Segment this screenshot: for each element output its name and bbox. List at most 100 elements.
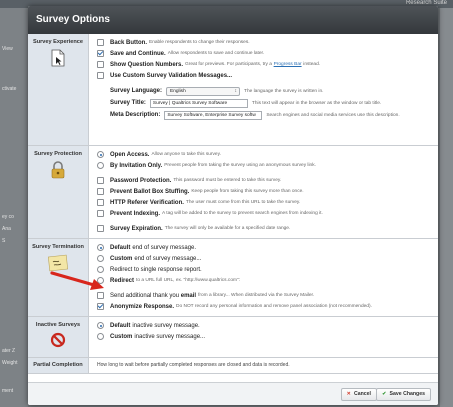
field-desc: The language the survey is written in. <box>244 88 324 94</box>
option-desc: to a URL full URL, ex. "http://www.qualt… <box>136 278 241 283</box>
section-content: Open Access. Allow anyone to take this s… <box>89 146 438 238</box>
anonymize-response-checkbox[interactable] <box>97 303 104 310</box>
section-title: Partial Completion <box>28 358 89 373</box>
option-label: Custom <box>110 333 133 340</box>
default-inactive-radio[interactable] <box>97 322 104 329</box>
annotation-arrow-icon <box>50 271 104 290</box>
close-icon: ✕ <box>346 391 351 397</box>
option-label: Survey Expiration. <box>110 225 163 232</box>
bg-label: View <box>2 46 13 52</box>
option-desc: instead. <box>303 62 321 67</box>
bg-label: ater Z <box>2 348 16 354</box>
option-custom-validation[interactable]: Use Custom Survey Validation Messages... <box>97 70 432 81</box>
progress-bar-link[interactable]: Progress Bar <box>274 62 302 67</box>
option-redirect-report[interactable]: Redirect to single response report. <box>97 264 432 275</box>
option-label: Default <box>110 244 131 251</box>
section-inactive-surveys: Inactive Surveys Default inactive survey… <box>28 317 438 358</box>
option-label: Save and Continue. <box>110 50 166 57</box>
option-save-continue[interactable]: Save and Continue. Allow respondents to … <box>97 48 432 59</box>
survey-title-row: Survey Title: Survey | Qualtrics Survey … <box>110 97 432 109</box>
survey-language-select[interactable]: English <box>166 86 241 96</box>
option-desc: end of survey message... <box>134 255 202 262</box>
option-prevent-ballot-stuffing[interactable]: Prevent Ballot Box Stuffing. Keep people… <box>97 186 432 197</box>
question-numbers-checkbox[interactable] <box>97 61 104 68</box>
save-changes-button[interactable]: ✔ Save Changes <box>376 388 431 401</box>
field-label: Survey Title: <box>110 100 146 106</box>
option-label: Prevent Ballot Box Stuffing. <box>110 188 190 195</box>
option-custom-inactive[interactable]: Custom inactive survey message... <box>97 331 432 342</box>
option-desc: Prevent people from taking the survey us… <box>164 163 316 168</box>
section-sidebar: Inactive Surveys <box>28 317 89 357</box>
bg-label: ey co <box>2 214 14 220</box>
section-content: Back Button. Enable respondents to chang… <box>89 34 438 145</box>
option-label: Open Access. <box>110 151 150 158</box>
document-cursor-icon <box>51 49 65 67</box>
option-back-button[interactable]: Back Button. Enable respondents to chang… <box>97 37 432 48</box>
option-desc: end of survey message. <box>132 244 197 251</box>
option-label: Prevent Indexing. <box>110 210 161 217</box>
section-partial-completion: Partial Completion How long to wait befo… <box>28 358 438 374</box>
dialog-title: Survey Options <box>28 6 438 34</box>
section-survey-protection: Survey Protection Open Access. Allow any… <box>28 146 438 239</box>
section-sidebar: Survey Experience <box>28 34 89 145</box>
ballot-stuffing-checkbox[interactable] <box>97 188 104 195</box>
bg-label: ment <box>2 388 14 394</box>
section-title: Inactive Surveys <box>35 322 81 328</box>
save-continue-checkbox[interactable] <box>97 50 104 57</box>
app-right-panel <box>440 8 453 407</box>
custom-inactive-radio[interactable] <box>97 333 104 340</box>
option-label: email <box>180 292 197 299</box>
option-desc: Enable respondents to change their respo… <box>149 40 250 45</box>
back-button-checkbox[interactable] <box>97 39 104 46</box>
option-question-numbers[interactable]: Show Question Numbers. Great for preview… <box>97 59 432 70</box>
option-default-end-message[interactable]: Default end of survey message. <box>97 242 432 253</box>
cancel-button[interactable]: ✕ Cancel <box>340 388 377 401</box>
custom-end-message-radio[interactable] <box>97 255 104 262</box>
option-desc: inactive survey message. <box>132 322 200 329</box>
field-label: Meta Description: <box>110 112 161 118</box>
option-password-protection[interactable]: Password Protection. This password must … <box>97 175 432 186</box>
survey-expiration-checkbox[interactable] <box>97 225 104 232</box>
option-desc: The user must come from this URL to take… <box>185 200 301 205</box>
prohibited-icon <box>50 332 66 348</box>
custom-validation-checkbox[interactable] <box>97 72 104 79</box>
option-default-inactive[interactable]: Default inactive survey message. <box>97 320 432 331</box>
http-referer-checkbox[interactable] <box>97 199 104 206</box>
option-open-access[interactable]: Open Access. Allow anyone to take this s… <box>97 149 432 160</box>
option-invitation-only[interactable]: By Invitation Only. Prevent people from … <box>97 160 432 171</box>
open-access-radio[interactable] <box>97 151 104 158</box>
option-desc: from a library... When distributed via t… <box>198 293 315 298</box>
thank-you-email-checkbox[interactable] <box>97 292 104 299</box>
option-label: Show Question Numbers. <box>110 61 184 68</box>
section-content: Default end of survey message. Custom en… <box>89 239 438 316</box>
survey-options-dialog: Survey Options Survey Experience Back Bu… <box>28 6 438 405</box>
option-prevent-indexing[interactable]: Prevent Indexing. A tag will be added to… <box>97 208 432 219</box>
survey-title-input[interactable]: Survey | Qualtrics Survey Software <box>149 98 248 108</box>
option-desc: This password must be entered to take th… <box>173 178 282 183</box>
section-title: Survey Experience <box>32 39 84 45</box>
bg-label: Ana <box>2 226 11 232</box>
option-desc: Redirect to single response report. <box>110 266 202 273</box>
option-label: Back Button. <box>110 39 148 46</box>
option-survey-expiration[interactable]: Survey Expiration. The survey will only … <box>97 223 432 234</box>
prevent-indexing-checkbox[interactable] <box>97 210 104 217</box>
option-custom-end-message[interactable]: Custom end of survey message... <box>97 253 432 264</box>
password-protection-checkbox[interactable] <box>97 177 104 184</box>
meta-description-input[interactable]: Survey Software, Enterprise Survey softw <box>164 110 263 120</box>
option-desc: Great for previews. For participants, tr… <box>185 62 272 67</box>
app-left-panel: View ctivate ey co Ana S ater Z Weight m… <box>0 8 28 407</box>
option-anonymize-response[interactable]: Anonymize Response. Do NOT record any pe… <box>97 301 432 312</box>
option-desc: Allow respondents to save and continue l… <box>167 51 265 56</box>
option-thank-you-email[interactable]: Send additional thank you email from a l… <box>97 290 432 301</box>
invitation-only-radio[interactable] <box>97 162 104 169</box>
option-label: By Invitation Only. <box>110 162 163 169</box>
default-end-message-radio[interactable] <box>97 244 104 251</box>
section-title: Survey Termination <box>32 244 84 250</box>
option-http-referer[interactable]: HTTP Referer Verification. The user must… <box>97 197 432 208</box>
option-desc: Allow anyone to take this survey. <box>151 152 221 157</box>
section-sidebar: Survey Protection <box>28 146 89 238</box>
field-label: Survey Language: <box>110 88 163 94</box>
option-redirect-url[interactable]: Redirect to a URL full URL, ex. "http://… <box>97 275 432 286</box>
bg-label: Weight <box>2 360 18 366</box>
dialog-button-bar: ✕ Cancel ✔ Save Changes <box>28 382 438 405</box>
